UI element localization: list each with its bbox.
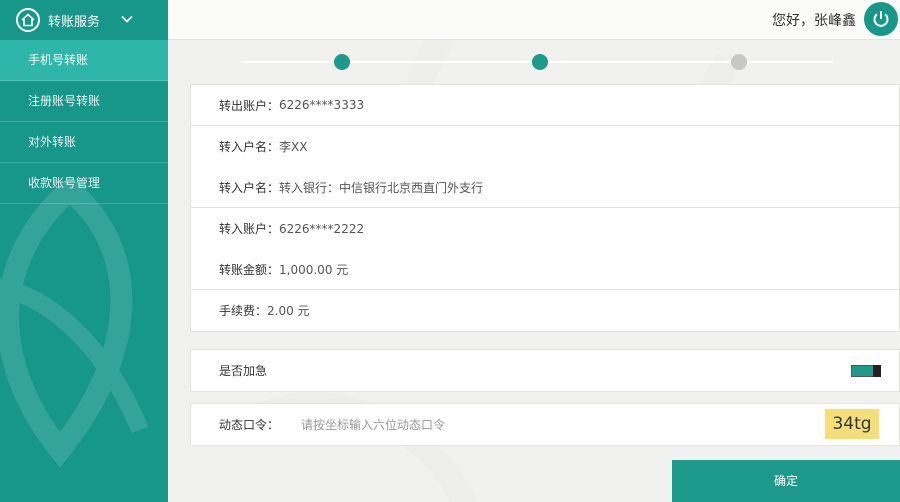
fee-label: 手续费： bbox=[219, 304, 268, 318]
otp-row: 动态口令： 34tg bbox=[191, 404, 899, 445]
amount-row: 转账金额： 1,000.00 元 bbox=[191, 249, 899, 290]
to-account-label: 转入账户： bbox=[219, 222, 280, 236]
step-3-marker bbox=[731, 54, 747, 70]
main-content: 转出账户： 6226****3333 转入户名： 李XX 转入户名： 转入银行：… bbox=[168, 40, 900, 502]
home-icon[interactable] bbox=[16, 8, 40, 32]
sidebar-item-payee-management[interactable]: 收款账号管理 bbox=[0, 163, 168, 204]
sidebar-menu: 手机号转账 注册账号转账 对外转账 收款账号管理 bbox=[0, 40, 168, 204]
urgent-row: 是否加急 bbox=[191, 350, 899, 391]
sidebar-item-mobile-transfer[interactable]: 手机号转账 bbox=[0, 40, 168, 81]
progress-steps bbox=[242, 54, 834, 70]
chevron-down-icon[interactable] bbox=[120, 12, 134, 26]
urgent-toggle[interactable] bbox=[851, 365, 881, 377]
sidebar: 转账服务 手机号转账 注册账号转账 对外转账 收款账号管理 bbox=[0, 0, 168, 502]
sidebar-title: 转账服务 bbox=[48, 15, 101, 30]
otp-label: 动态口令： bbox=[219, 418, 280, 432]
payee-name-label: 转入户名： bbox=[219, 140, 280, 154]
top-bar: 您好，张峰鑫 bbox=[168, 0, 900, 40]
payee-name-value: 李XX bbox=[279, 140, 308, 154]
amount-value: 1,000.00 元 bbox=[279, 262, 349, 277]
from-account-value: 6226****3333 bbox=[279, 98, 365, 112]
otp-card: 动态口令： 34tg bbox=[190, 403, 900, 446]
sidebar-header[interactable]: 转账服务 bbox=[0, 0, 168, 40]
power-icon bbox=[873, 11, 889, 27]
otp-input[interactable] bbox=[301, 417, 722, 432]
from-account-row: 转出账户： 6226****3333 bbox=[191, 85, 899, 126]
to-account-row: 转入账户： 6226****2222 bbox=[191, 208, 899, 249]
payee-bank-value: 转入银行：中信银行北京西直门外支行 bbox=[279, 180, 484, 195]
payee-name-row: 转入户名： 李XX bbox=[191, 126, 899, 167]
payee-bank-label: 转入户名： bbox=[219, 180, 280, 195]
urgent-label: 是否加急 bbox=[219, 364, 268, 378]
logout-button[interactable] bbox=[864, 2, 898, 36]
sidebar-item-external-transfer[interactable]: 对外转账 bbox=[0, 122, 168, 163]
confirm-button[interactable]: 确定 bbox=[672, 460, 900, 502]
to-account-value: 6226****2222 bbox=[279, 221, 365, 236]
from-account-label: 转出账户： bbox=[219, 98, 280, 113]
captcha-image[interactable]: 34tg bbox=[825, 409, 879, 439]
step-1-marker bbox=[334, 54, 350, 70]
payee-bank-row: 转入户名： 转入银行：中信银行北京西直门外支行 bbox=[191, 167, 899, 208]
user-greeting: 您好，张峰鑫 bbox=[772, 13, 856, 29]
fee-value: 2.00 元 bbox=[267, 304, 310, 318]
transfer-details-card: 转出账户： 6226****3333 转入户名： 李XX 转入户名： 转入银行：… bbox=[190, 84, 900, 332]
urgent-card: 是否加急 bbox=[190, 349, 900, 392]
leaf-decoration-icon bbox=[0, 175, 149, 468]
fee-row: 手续费： 2.00 元 bbox=[191, 290, 899, 331]
sidebar-item-registered-account-transfer[interactable]: 注册账号转账 bbox=[0, 81, 168, 122]
step-2-marker bbox=[532, 54, 548, 70]
toggle-knob bbox=[873, 365, 881, 377]
amount-label: 转账金额： bbox=[219, 262, 280, 277]
